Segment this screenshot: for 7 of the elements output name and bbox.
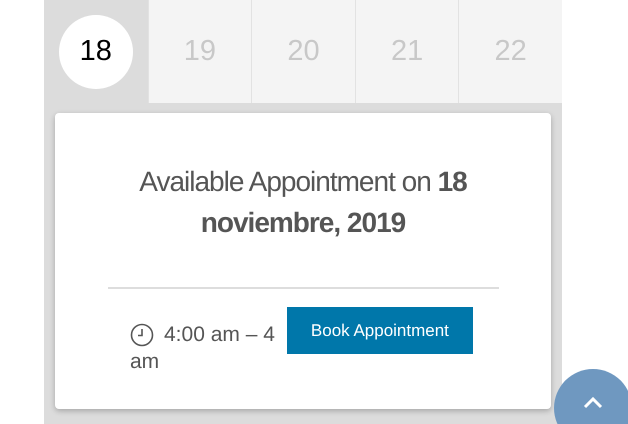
time-text: am <box>130 350 160 372</box>
chevron-up-icon <box>583 397 603 409</box>
day-number: 18 <box>58 14 133 88</box>
time-text: 4:00 am – 4 <box>164 322 275 348</box>
appointment-heading: Available Appointment on 18 noviembre, 2019 <box>138 165 468 240</box>
clock-icon <box>130 322 154 347</box>
book-appointment-button[interactable]: Book Appointment <box>286 307 473 354</box>
